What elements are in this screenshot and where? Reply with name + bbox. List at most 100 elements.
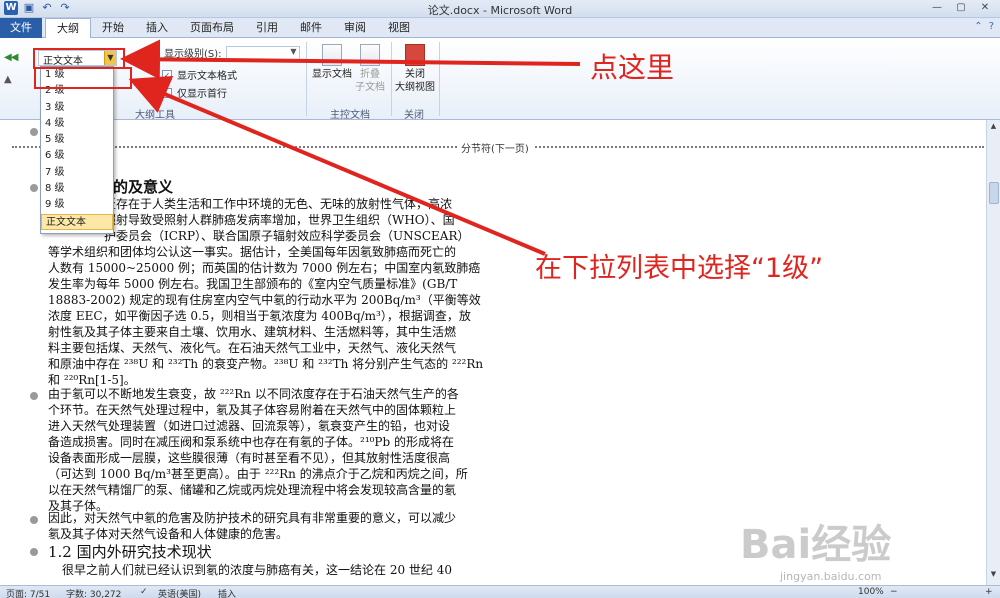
ribbon-tab-row: 文件 大纲 开始 插入 页面布局 引用 邮件 审阅 视图 ⌃ ? bbox=[0, 18, 1000, 39]
collapse-label-2: 子文档 bbox=[355, 82, 385, 93]
outline-tools-group-label: 大纲工具 bbox=[135, 110, 175, 121]
master-doc-group-label: 主控文档 bbox=[330, 110, 370, 121]
para1-line: 护委员会（ICRP）、联合国原子辐射效应科学委员会（UNSCEAR） bbox=[104, 229, 470, 243]
para2-line: 进入天然气处理装置（如进口过滤器、回流泵等），氡衰变产生的铅，也对设 bbox=[48, 419, 451, 433]
ribbon-tabs: 大纲 开始 插入 页面布局 引用 邮件 审阅 视图 bbox=[45, 18, 421, 39]
document-icon bbox=[322, 44, 342, 66]
window-controls: — ▢ ✕ bbox=[926, 1, 996, 15]
show-first-line-checkbox[interactable]: 仅显示首行 bbox=[162, 85, 227, 100]
section-break: 分节符(下一页) bbox=[12, 140, 984, 155]
status-insert-mode[interactable]: 插入 bbox=[218, 587, 236, 598]
heading-research-status: 1.2 国内外研究技术现状 bbox=[48, 543, 212, 561]
dropdown-item-level-3[interactable]: 3 级 bbox=[41, 100, 113, 116]
tab-home[interactable]: 开始 bbox=[91, 18, 135, 38]
status-page[interactable]: 页面: 7/51 bbox=[6, 587, 50, 598]
outline-bullet[interactable] bbox=[30, 184, 38, 192]
close-outline-label-2: 大纲视图 bbox=[395, 82, 435, 93]
demote-to-body-icon[interactable]: ▶▶ bbox=[133, 52, 148, 63]
status-bar: 页面: 7/51 字数: 30,272 ✓ 英语(美国) 插入 100% − + bbox=[0, 585, 1000, 598]
vertical-scrollbar[interactable]: ▲ ▼ bbox=[986, 120, 1000, 585]
outline-level-dropdown: 1 级 2 级 3 级 4 级 5 级 6 级 7 级 8 级 9 级 正文文本 bbox=[40, 66, 114, 234]
group-separator bbox=[439, 42, 440, 116]
annotation-select-level1: 在下拉列表中选择“1级” bbox=[535, 253, 824, 284]
close-window-icon[interactable]: ✕ bbox=[974, 1, 996, 15]
outline-bullet[interactable] bbox=[30, 392, 38, 400]
scroll-up-icon[interactable]: ▲ bbox=[987, 122, 1000, 134]
status-zoom[interactable]: 100% bbox=[858, 587, 884, 597]
zoom-out-icon[interactable]: − bbox=[890, 587, 898, 597]
maximize-icon[interactable]: ▢ bbox=[950, 1, 972, 15]
dropdown-item-body-text[interactable]: 正文文本 bbox=[41, 213, 113, 230]
minimize-icon[interactable]: — bbox=[926, 1, 948, 15]
para4-line: 很早之前人们就已经认识到氡的浓度与肺癌有关，这一结论在 20 世纪 40 bbox=[62, 563, 452, 577]
group-separator bbox=[391, 42, 392, 116]
status-language[interactable]: 英语(美国) bbox=[158, 587, 201, 598]
show-level-select[interactable]: ▼ bbox=[225, 45, 300, 60]
outline-bullet[interactable] bbox=[30, 128, 38, 136]
dropdown-item-level-6[interactable]: 6 级 bbox=[41, 148, 113, 164]
para1-line: 泛存在于人类生活和工作中环境的无色、无味的放射性气体，高浓 bbox=[104, 197, 453, 211]
move-up-icon[interactable]: ▲ bbox=[4, 74, 12, 85]
dropdown-item-level-5[interactable]: 5 级 bbox=[41, 132, 113, 148]
group-separator bbox=[306, 42, 307, 116]
para1-line: 18883-2002) 规定的现有住房室内空气中氡的行动水平为 200Bq/m³… bbox=[48, 293, 481, 307]
para1-line: 照射导致受照射人群肺癌发病率增加，世界卫生组织（WHO）、国 bbox=[104, 213, 455, 227]
empty-checkbox-icon bbox=[162, 87, 172, 98]
zoom-in-icon[interactable]: + bbox=[985, 587, 993, 597]
highlight-box-combo bbox=[33, 48, 125, 69]
tab-insert[interactable]: 插入 bbox=[135, 18, 179, 38]
watermark-logo: Bai经验 bbox=[740, 522, 892, 568]
show-document-button[interactable]: 显示文档 bbox=[312, 44, 352, 81]
para1-line: 人数有 15000~25000 例；而英国的估计数为 7000 例左右；中国室内… bbox=[48, 261, 481, 275]
para1-line: 射性氡及其子体主要来自土壤、饮用水、建筑材料、生活燃料等，其中生活燃 bbox=[48, 325, 457, 339]
window-title: 论文.docx - Microsoft Word bbox=[427, 4, 573, 17]
close-outline-label-1: 关闭 bbox=[405, 69, 425, 80]
scrollbar-thumb[interactable] bbox=[989, 182, 999, 204]
outline-bullet[interactable] bbox=[30, 548, 38, 556]
title-bar: W ▣ ↶ ↷ 论文.docx - Microsoft Word — ▢ ✕ bbox=[0, 0, 1000, 18]
tab-page-layout[interactable]: 页面布局 bbox=[179, 18, 245, 38]
help-icon[interactable]: ? bbox=[989, 21, 994, 32]
para1-line: 浓度 EEC，如平衡因子选 0.5，则相当于氡浓度为 400Bq/m³），根据调… bbox=[48, 309, 471, 323]
show-first-line-label: 仅显示首行 bbox=[177, 89, 227, 100]
promote-to-heading1-icon[interactable]: ◀◀ bbox=[4, 52, 18, 63]
tab-references[interactable]: 引用 bbox=[245, 18, 289, 38]
para2-line: （可达到 1000 Bq/m³甚至更高）。由于 ²²²Rn 的沸点介于乙烷和丙烷… bbox=[48, 467, 468, 481]
annotation-click-here: 点这里 bbox=[590, 51, 675, 84]
tab-file[interactable]: 文件 bbox=[0, 18, 42, 38]
para2-line: 个环节。在天然气处理过程中，氡及其子体容易附着在天然气中的固体颗粒上 bbox=[48, 403, 457, 417]
close-red-icon bbox=[405, 44, 425, 66]
close-outline-view-button[interactable]: 关闭 大纲视图 bbox=[393, 44, 437, 94]
proofing-icon[interactable]: ✓ bbox=[140, 587, 148, 597]
close-group-label: 关闭 bbox=[404, 110, 424, 121]
dropdown-item-level-9[interactable]: 9 级 bbox=[41, 197, 113, 213]
status-word-count[interactable]: 字数: 30,272 bbox=[66, 587, 121, 598]
ribbon-help-area: ⌃ ? bbox=[974, 21, 994, 32]
watermark-url: jingyan.baidu.com bbox=[780, 570, 882, 583]
dropdown-item-level-4[interactable]: 4 级 bbox=[41, 116, 113, 132]
para3-line: 因此，对天然气中氡的危害及防护技术的研究具有非常重要的意义，可以减少 bbox=[48, 511, 457, 525]
section-break-label: 分节符(下一页) bbox=[457, 140, 533, 155]
collapse-subdocs-button[interactable]: 折叠 子文档 bbox=[350, 44, 390, 94]
para3-line: 氡及其子体对天然气设备和人体健康的危害。 bbox=[48, 527, 289, 541]
tab-view[interactable]: 视图 bbox=[377, 18, 421, 38]
tab-mailings[interactable]: 邮件 bbox=[289, 18, 333, 38]
baidu-watermark: Bai经验 jingyan.baidu.com bbox=[740, 512, 891, 583]
collapse-icon bbox=[360, 44, 380, 66]
tab-review[interactable]: 审阅 bbox=[333, 18, 377, 38]
para2-line: 备造成损害。同时在减压阀和泵系统中也存在有氡的子体。²¹⁰Pb 的形成将在 bbox=[48, 435, 455, 449]
scroll-down-icon[interactable]: ▼ bbox=[987, 570, 1000, 582]
dropdown-item-level-8[interactable]: 8 级 bbox=[41, 181, 113, 197]
highlight-box-level1 bbox=[34, 67, 132, 89]
tab-outline[interactable]: 大纲 bbox=[45, 18, 91, 39]
outline-bullet[interactable] bbox=[30, 516, 38, 524]
para1-line: 等学术组织和团体均公认这一事实。据估计，全美国每年因氡致肺癌而死亡的 bbox=[48, 245, 457, 259]
show-text-format-checkbox[interactable]: ✓ 显示文本格式 bbox=[162, 67, 237, 82]
dropdown-item-level-7[interactable]: 7 级 bbox=[41, 165, 113, 181]
show-level-control: 显示级别(S): ▼ bbox=[164, 45, 300, 60]
show-document-label: 显示文档 bbox=[312, 69, 352, 80]
para2-line: 由于氡可以不断地发生衰变，故 ²²²Rn 以不同浓度存在于石油天然气生产的各 bbox=[48, 387, 459, 401]
ribbon-minimize-icon[interactable]: ⌃ bbox=[974, 21, 982, 32]
show-text-format-label: 显示文本格式 bbox=[177, 71, 237, 82]
para1-line: 发生率为每年 5000 例左右。我国卫生部颁布的《室内空气质量标准》(GB/T bbox=[48, 277, 458, 291]
